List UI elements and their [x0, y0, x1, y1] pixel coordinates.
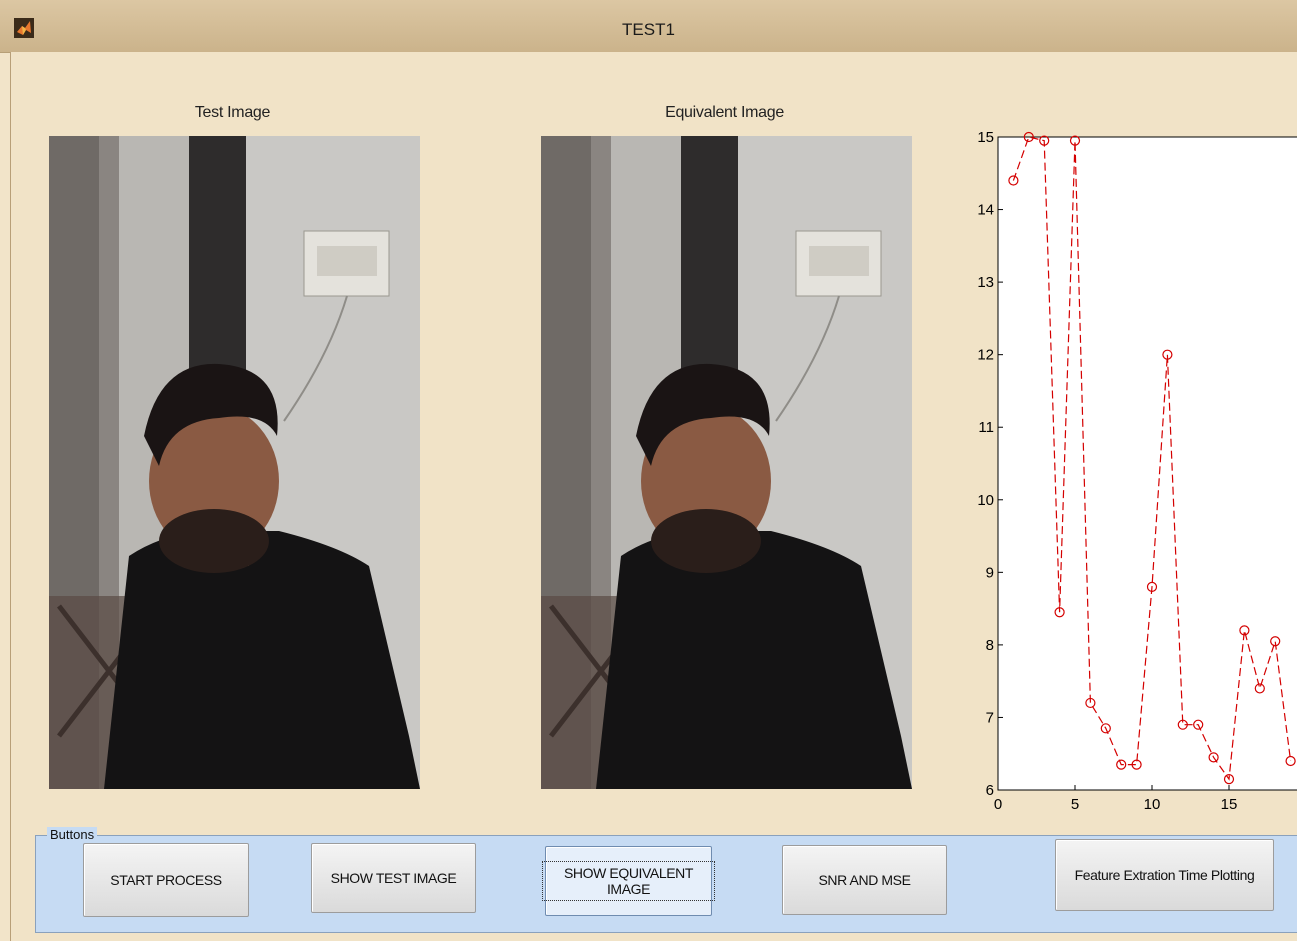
test-image-title: Test Image	[194, 104, 271, 121]
show-test-image-button[interactable]: SHOW TEST IMAGE	[311, 843, 476, 913]
y-tick-label: 10	[977, 492, 994, 509]
y-tick-label: 14	[977, 202, 994, 219]
x-tick-label: 5	[1071, 796, 1079, 813]
start-process-button[interactable]: START PROCESS	[83, 843, 249, 917]
y-tick-label: 15	[977, 129, 994, 146]
window-title: TEST1	[622, 20, 675, 39]
title-bar: TEST1	[0, 0, 1297, 53]
plot-axes-box	[997, 136, 1297, 791]
y-tick-label: 12	[977, 347, 994, 364]
y-tick-label: 8	[986, 637, 994, 654]
x-tick-label: 0	[994, 796, 1002, 813]
x-tick-label: 15	[1221, 796, 1238, 813]
snr-and-mse-button[interactable]: SNR AND MSE	[782, 845, 947, 915]
feature-extration-time-plotting-button[interactable]: Feature Extration Time Plotting	[1055, 839, 1274, 911]
y-tick-label: 7	[986, 709, 994, 726]
y-tick-label: 9	[986, 564, 994, 581]
y-tick-label: 11	[978, 419, 994, 436]
x-tick-label: 10	[1144, 796, 1161, 813]
show-equivalent-image-button[interactable]: SHOW EQUIVALENT IMAGE	[542, 846, 715, 916]
test-image	[49, 136, 420, 789]
feature-plot: 6 7 8 9 10 11 12 13 14 15 0 5 10 15	[977, 129, 1297, 813]
y-tick-label: 13	[977, 274, 994, 291]
y-tick-label: 6	[986, 782, 994, 799]
equivalent-image	[541, 136, 912, 789]
buttons-panel-label: Buttons	[47, 827, 98, 842]
equivalent-image-title: Equivalent Image	[665, 104, 784, 121]
